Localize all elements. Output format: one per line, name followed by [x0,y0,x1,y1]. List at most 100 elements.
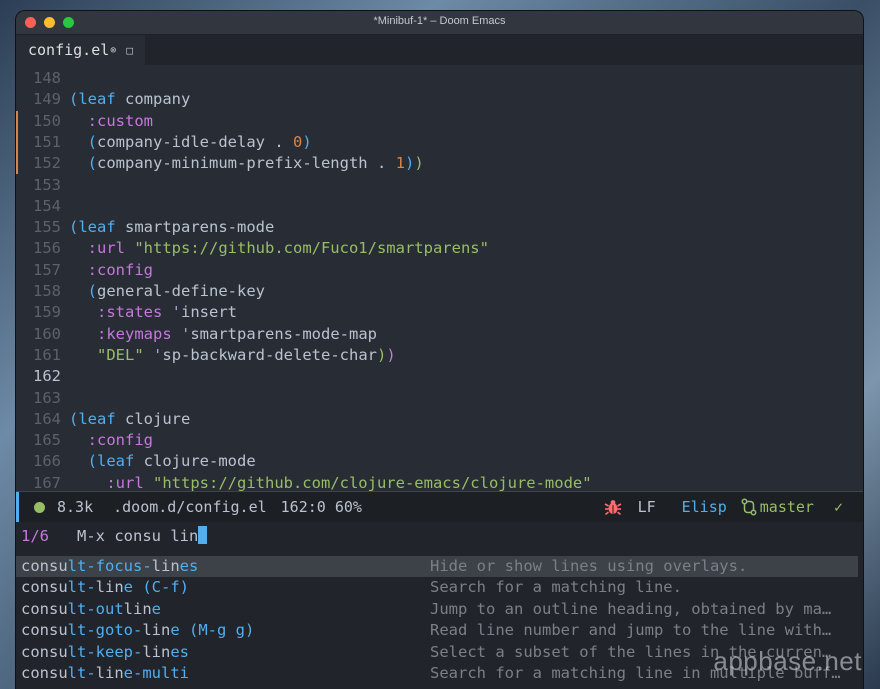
git-branch[interactable]: master [741,498,814,516]
candidate-description: Hide or show lines using overlays. [430,557,748,575]
line-number: 152 [33,154,61,173]
line-number: 159 [33,303,61,322]
candidate-name: consult-goto-line (M-g g) [21,621,255,640]
code-line[interactable]: 165 :config [16,430,863,451]
line-number: 149 [33,90,61,109]
line-number: 164 [33,409,61,428]
mode-line-accent-bar [16,492,19,522]
code-text: :custom [87,111,153,130]
line-number: 158 [33,282,61,300]
code-text: (leaf clojure [69,409,191,428]
title-bar: *Minibuf-1* – Doom Emacs [16,11,863,35]
line-number: 163 [33,388,61,407]
minibuffer-prompt[interactable]: 1/6 M-x consu lin [21,525,208,547]
line-number: 154 [33,196,61,215]
code-text: (general-define-key [87,282,265,300]
code-text: (company-idle-delay . 0) [87,132,312,151]
code-text: :config [87,431,153,450]
code-text: (company-minimum-prefix-length . 1)) [87,154,424,173]
bug-icon[interactable] [604,498,622,516]
code-line[interactable]: 152 (company-minimum-prefix-length . 1)) [16,153,863,175]
code-text: "DEL" 'sp-backward-delete-char)) [97,345,396,364]
code-line[interactable]: 167 :url "https://github.com/clojure-ema… [16,473,863,491]
code-text: :url "https://github.com/Fuco1/smartpare… [87,239,489,258]
checker-ok-icon: ✓ [833,498,843,516]
git-branch-icon [741,498,757,516]
candidate-name: consult-outline [21,599,162,618]
line-number: 148 [33,69,61,87]
code-text: (leaf smartparens-mode [69,218,275,237]
code-line[interactable]: 153 [16,175,863,196]
line-number: 167 [33,473,61,491]
code-editor[interactable]: 148 149 (leaf company 150 :custom 151 (compa… [16,65,863,491]
git-branch-name: master [759,498,814,516]
code-line[interactable]: 160 :keymaps 'smartparens-mode-map [16,324,863,345]
line-number: 153 [33,175,61,194]
code-line[interactable]: 158 (general-define-key [16,281,863,302]
candidate-description: Search for a matching line. [430,578,682,597]
line-number: 155 [33,218,61,237]
cursor-position: 162:0 60% [280,498,362,516]
git-gutter-modified [16,110,18,132]
candidate-item[interactable]: consult-goto-line (M-g g) Read line numbe… [16,620,858,641]
minibuffer-input[interactable]: consu lin [114,527,198,545]
candidate-description: Read line number and jump to the line wi… [430,621,832,640]
code-line[interactable]: 163 [16,388,863,409]
code-line[interactable]: 157 :config [16,260,863,281]
line-number: 161 [33,345,61,364]
line-number: 165 [33,431,61,450]
buffer-size: 8.3k [57,498,94,516]
code-line[interactable]: 166 (leaf clojure-mode [16,451,863,472]
buffer-state-icon [34,501,45,513]
candidate-count: 1/6 [21,527,49,545]
window-title: *Minibuf-1* – Doom Emacs [373,15,506,27]
line-ending[interactable]: LF [638,498,656,516]
line-number: 151 [33,132,61,151]
tab-bar: config.el ⊗ □ [16,35,863,65]
code-line[interactable]: 162 [16,366,863,387]
code-line[interactable]: 159 :states 'insert [16,302,863,323]
watermark-text: appbase.net [713,646,862,676]
code-line[interactable]: 161 "DEL" 'sp-backward-delete-char)) [16,345,863,366]
line-number: 160 [33,324,61,343]
modified-icon: ⊗ [110,44,117,56]
code-line[interactable]: 149 (leaf company [16,89,863,110]
line-number: 156 [33,239,61,258]
major-mode[interactable]: Elisp [682,498,727,516]
line-number: 150 [33,111,61,130]
emacs-window: *Minibuf-1* – Doom Emacs config.el ⊗ □ 1… [16,11,863,689]
code-text: :keymaps 'smartparens-mode-map [97,324,377,343]
line-number: 166 [33,452,61,471]
code-line[interactable]: 155 (leaf smartparens-mode [16,217,863,238]
candidate-item[interactable]: consult-focus-lines Hide or show lines us… [16,556,858,578]
candidate-name: consult-keep-lines [21,642,189,661]
git-gutter-modified [16,153,18,175]
code-text: (leaf clojure-mode [87,452,256,471]
candidate-description: Jump to an outline heading, obtained by … [430,599,832,618]
code-text: :states 'insert [97,303,238,322]
candidate-item[interactable]: consult-line (C-f) Search for a matching … [16,577,858,598]
candidate-name: consult-line (C-f) [21,578,190,597]
prompt-label: M-x [77,527,105,545]
code-line[interactable]: 154 [16,196,863,217]
candidate-name: consult-line-multi [21,664,189,682]
code-line[interactable]: 148 [16,68,863,89]
tab-label: config.el [28,41,110,59]
mode-line: 8.3k .doom.d/config.el 162:0 60% LF Elis… [16,491,863,522]
buffer-file-path[interactable]: .doom.d/config.el [113,498,267,516]
code-line[interactable]: 156 :url "https://github.com/Fuco1/smart… [16,238,863,259]
git-gutter-modified [16,131,18,154]
candidate-item[interactable]: consult-outline Jump to an outline headin… [16,599,858,620]
text-cursor [198,526,208,544]
code-line[interactable]: 164 (leaf clojure [16,409,863,430]
code-line[interactable]: 150 :custom [16,110,863,132]
line-number: 157 [33,260,61,279]
code-text: :url "https://github.com/clojure-emacs/c… [106,473,592,491]
candidate-name: consult-focus-lines [21,557,199,575]
square-icon[interactable]: □ [126,44,133,57]
code-text: :config [87,260,153,279]
tab-config-el[interactable]: config.el ⊗ □ [16,35,145,65]
code-line[interactable]: 151 (company-idle-delay . 0) [16,131,863,154]
code-text: (leaf company [69,90,191,109]
line-number: 162 [33,367,61,386]
